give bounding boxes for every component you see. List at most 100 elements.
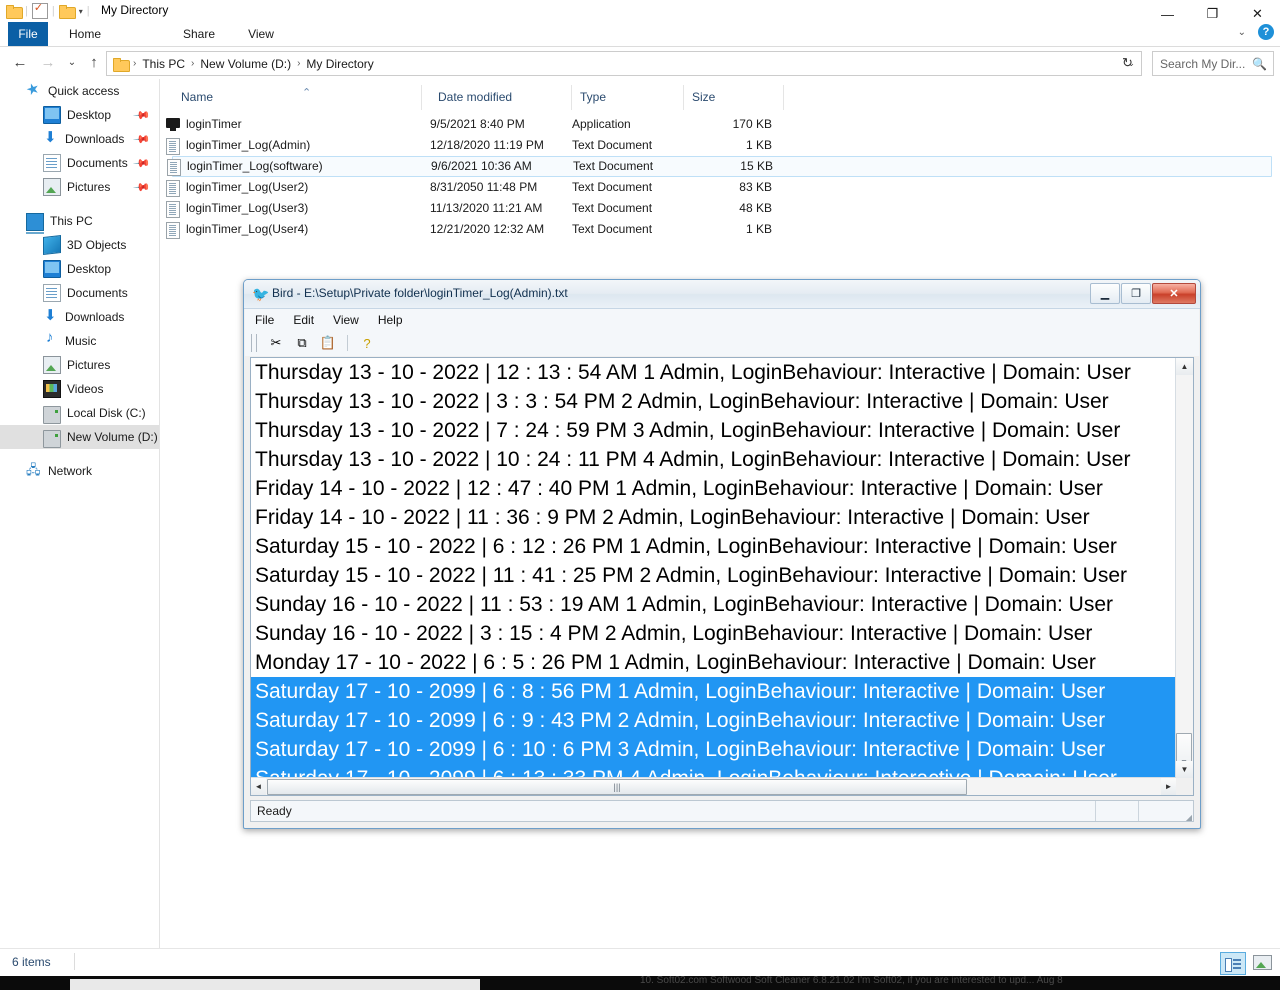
- bird-maximize-button[interactable]: ❐: [1121, 283, 1151, 304]
- bird-window-title: Bird - E:\Setup\Private folder\loginTime…: [272, 286, 568, 300]
- log-line-selected[interactable]: Saturday 17 - 10 - 2099 | 6 : 8 : 56 PM …: [251, 677, 1176, 706]
- column-header-size[interactable]: Size: [684, 85, 784, 110]
- scroll-left-button[interactable]: ◄: [251, 778, 266, 795]
- scroll-up-button[interactable]: ▲: [1176, 358, 1193, 375]
- up-button[interactable]: ↑: [82, 50, 106, 74]
- nav-label: Downloads: [65, 132, 125, 146]
- breadcrumb-new-volume[interactable]: New Volume (D:): [197, 57, 294, 71]
- help-icon[interactable]: ?: [1258, 24, 1274, 40]
- bird-close-button[interactable]: ✕: [1152, 283, 1196, 304]
- customize-qat-icon[interactable]: ▾: [79, 7, 83, 16]
- breadcrumb-my-directory[interactable]: My Directory: [303, 57, 376, 71]
- log-line[interactable]: Sunday 16 - 10 - 2022 | 3 : 15 : 4 PM 2 …: [251, 619, 1176, 648]
- sidebar-item-downloads[interactable]: Downloads: [0, 305, 159, 329]
- breadcrumb[interactable]: › This PC › New Volume (D:) › My Directo…: [106, 51, 1142, 76]
- sidebar-item-videos[interactable]: Videos: [0, 377, 159, 401]
- table-row[interactable]: loginTimer_Log(User2) 8/31/2050 11:48 PM…: [166, 177, 1272, 198]
- help-icon[interactable]: ?: [357, 333, 377, 353]
- menu-item-edit[interactable]: Edit: [293, 313, 314, 327]
- log-line[interactable]: Thursday 13 - 10 - 2022 | 12 : 13 : 54 A…: [251, 358, 1176, 387]
- tab-view[interactable]: View: [240, 22, 282, 46]
- log-line[interactable]: Saturday 15 - 10 - 2022 | 6 : 12 : 26 PM…: [251, 532, 1176, 561]
- nav-label: New Volume (D:): [67, 430, 158, 444]
- sidebar-item-new-volume-d[interactable]: New Volume (D:): [0, 425, 159, 449]
- breadcrumb-separator-2[interactable]: ›: [294, 58, 303, 69]
- nav-group-quick-access[interactable]: Quick access: [0, 79, 159, 103]
- pin-icon[interactable]: 📌: [133, 130, 152, 148]
- nav-label: Music: [65, 334, 97, 348]
- table-row[interactable]: loginTimer_Log(User3) 11/13/2020 11:21 A…: [166, 198, 1272, 219]
- log-line-selected[interactable]: Saturday 17 - 10 - 2099 | 6 : 13 : 33 PM…: [251, 764, 1176, 778]
- sidebar-item-pictures[interactable]: Pictures: [0, 353, 159, 377]
- toolbar-grip[interactable]: [251, 334, 257, 352]
- log-line[interactable]: Thursday 13 - 10 - 2022 | 10 : 24 : 11 P…: [251, 445, 1176, 474]
- sidebar-item-documents-qa[interactable]: Documents 📌: [0, 151, 159, 175]
- search-icon[interactable]: 🔍: [1252, 57, 1273, 71]
- breadcrumb-separator-0[interactable]: ›: [130, 58, 139, 69]
- menu-item-help[interactable]: Help: [378, 313, 403, 327]
- horizontal-scrollbar[interactable]: ◄ ||| ►: [251, 777, 1176, 795]
- nav-label-this-pc: This PC: [50, 214, 93, 228]
- nav-group-this-pc[interactable]: This PC: [0, 209, 159, 234]
- log-line[interactable]: Thursday 13 - 10 - 2022 | 7 : 24 : 59 PM…: [251, 416, 1176, 445]
- resize-grip-icon[interactable]: [1181, 801, 1193, 822]
- log-line-selected[interactable]: Saturday 17 - 10 - 2099 | 6 : 9 : 43 PM …: [251, 706, 1176, 735]
- documents-icon: [43, 154, 61, 172]
- pin-icon[interactable]: 📌: [133, 178, 152, 196]
- log-line[interactable]: Friday 14 - 10 - 2022 | 11 : 36 : 9 PM 2…: [251, 503, 1176, 532]
- column-header-name[interactable]: Name ⌃: [172, 85, 422, 110]
- tab-file[interactable]: File: [8, 22, 48, 46]
- back-button[interactable]: ←: [8, 50, 32, 74]
- breadcrumb-separator-1[interactable]: ›: [188, 58, 197, 69]
- tab-home[interactable]: Home: [62, 22, 108, 46]
- sidebar-item-music[interactable]: Music: [0, 329, 159, 353]
- large-icons-view-button[interactable]: [1250, 952, 1274, 973]
- table-row[interactable]: loginTimer 9/5/2021 8:40 PM Application …: [166, 114, 1272, 135]
- table-row[interactable]: loginTimer_Log(User4) 12/21/2020 12:32 A…: [166, 219, 1272, 240]
- paste-icon[interactable]: 📋: [318, 333, 338, 353]
- search-input[interactable]: Search My Dir... 🔍: [1152, 51, 1274, 76]
- scroll-down-button[interactable]: ▼: [1176, 761, 1193, 778]
- vertical-scrollbar[interactable]: ▲ ≡ ▼: [1175, 358, 1193, 791]
- log-line[interactable]: Sunday 16 - 10 - 2022 | 11 : 53 : 19 AM …: [251, 590, 1176, 619]
- log-line[interactable]: Saturday 15 - 10 - 2022 | 11 : 41 : 25 P…: [251, 561, 1176, 590]
- forward-button[interactable]: →: [36, 50, 60, 74]
- sidebar-item-downloads-qa[interactable]: Downloads 📌: [0, 127, 159, 151]
- sidebar-item-local-disk-c[interactable]: Local Disk (C:): [0, 401, 159, 425]
- chevron-down-icon[interactable]: ⌄: [1238, 27, 1246, 38]
- sidebar-item-desktop-qa[interactable]: Desktop 📌: [0, 103, 159, 127]
- navigation-pane: Quick access Desktop 📌 Downloads 📌 Docum…: [0, 79, 160, 963]
- log-line-selected[interactable]: Saturday 17 - 10 - 2099 | 6 : 10 : 6 PM …: [251, 735, 1176, 764]
- sidebar-item-pictures-qa[interactable]: Pictures 📌: [0, 175, 159, 199]
- details-view-button[interactable]: [1220, 952, 1246, 975]
- log-text-view[interactable]: Thursday 13 - 10 - 2022 | 12 : 13 : 54 A…: [251, 358, 1176, 778]
- recent-locations-icon[interactable]: ⌄: [60, 50, 84, 74]
- cut-icon[interactable]: ✂: [266, 333, 286, 353]
- log-line[interactable]: Friday 14 - 10 - 2022 | 12 : 47 : 40 PM …: [251, 474, 1176, 503]
- pin-icon[interactable]: 📌: [133, 106, 152, 124]
- bird-title-bar[interactable]: 🐦 Bird - E:\Setup\Private folder\loginTi…: [244, 280, 1200, 309]
- table-row[interactable]: loginTimer_Log(software) 9/6/2021 10:36 …: [167, 156, 1272, 177]
- pin-icon[interactable]: 📌: [133, 154, 152, 172]
- bird-minimize-button[interactable]: ▁: [1090, 283, 1120, 304]
- tab-share[interactable]: Share: [175, 22, 223, 46]
- sidebar-item-3d-objects[interactable]: 3D Objects: [0, 233, 159, 257]
- menu-item-view[interactable]: View: [333, 313, 359, 327]
- log-line[interactable]: Monday 17 - 10 - 2022 | 6 : 5 : 26 PM 1 …: [251, 648, 1176, 677]
- column-header-type[interactable]: Type: [572, 85, 684, 110]
- refresh-icon[interactable]: ↻: [1122, 55, 1133, 71]
- table-row[interactable]: loginTimer_Log(Admin) 12/18/2020 11:19 P…: [166, 135, 1272, 156]
- sidebar-item-documents[interactable]: Documents: [0, 281, 159, 305]
- breadcrumb-this-pc[interactable]: This PC: [139, 57, 188, 71]
- copy-icon[interactable]: ⧉: [292, 333, 312, 353]
- menu-item-file[interactable]: File: [255, 313, 274, 327]
- horizontal-scroll-thumb[interactable]: |||: [267, 779, 967, 795]
- folder-icon[interactable]: [6, 5, 23, 19]
- log-line[interactable]: Thursday 13 - 10 - 2022 | 3 : 3 : 54 PM …: [251, 387, 1176, 416]
- sidebar-item-desktop[interactable]: Desktop: [0, 257, 159, 281]
- properties-icon[interactable]: [31, 1, 48, 19]
- nav-group-network[interactable]: Network: [0, 459, 159, 483]
- new-folder-icon[interactable]: [58, 5, 76, 19]
- scroll-right-button[interactable]: ►: [1161, 778, 1176, 795]
- column-header-date-modified[interactable]: Date modified: [430, 85, 572, 110]
